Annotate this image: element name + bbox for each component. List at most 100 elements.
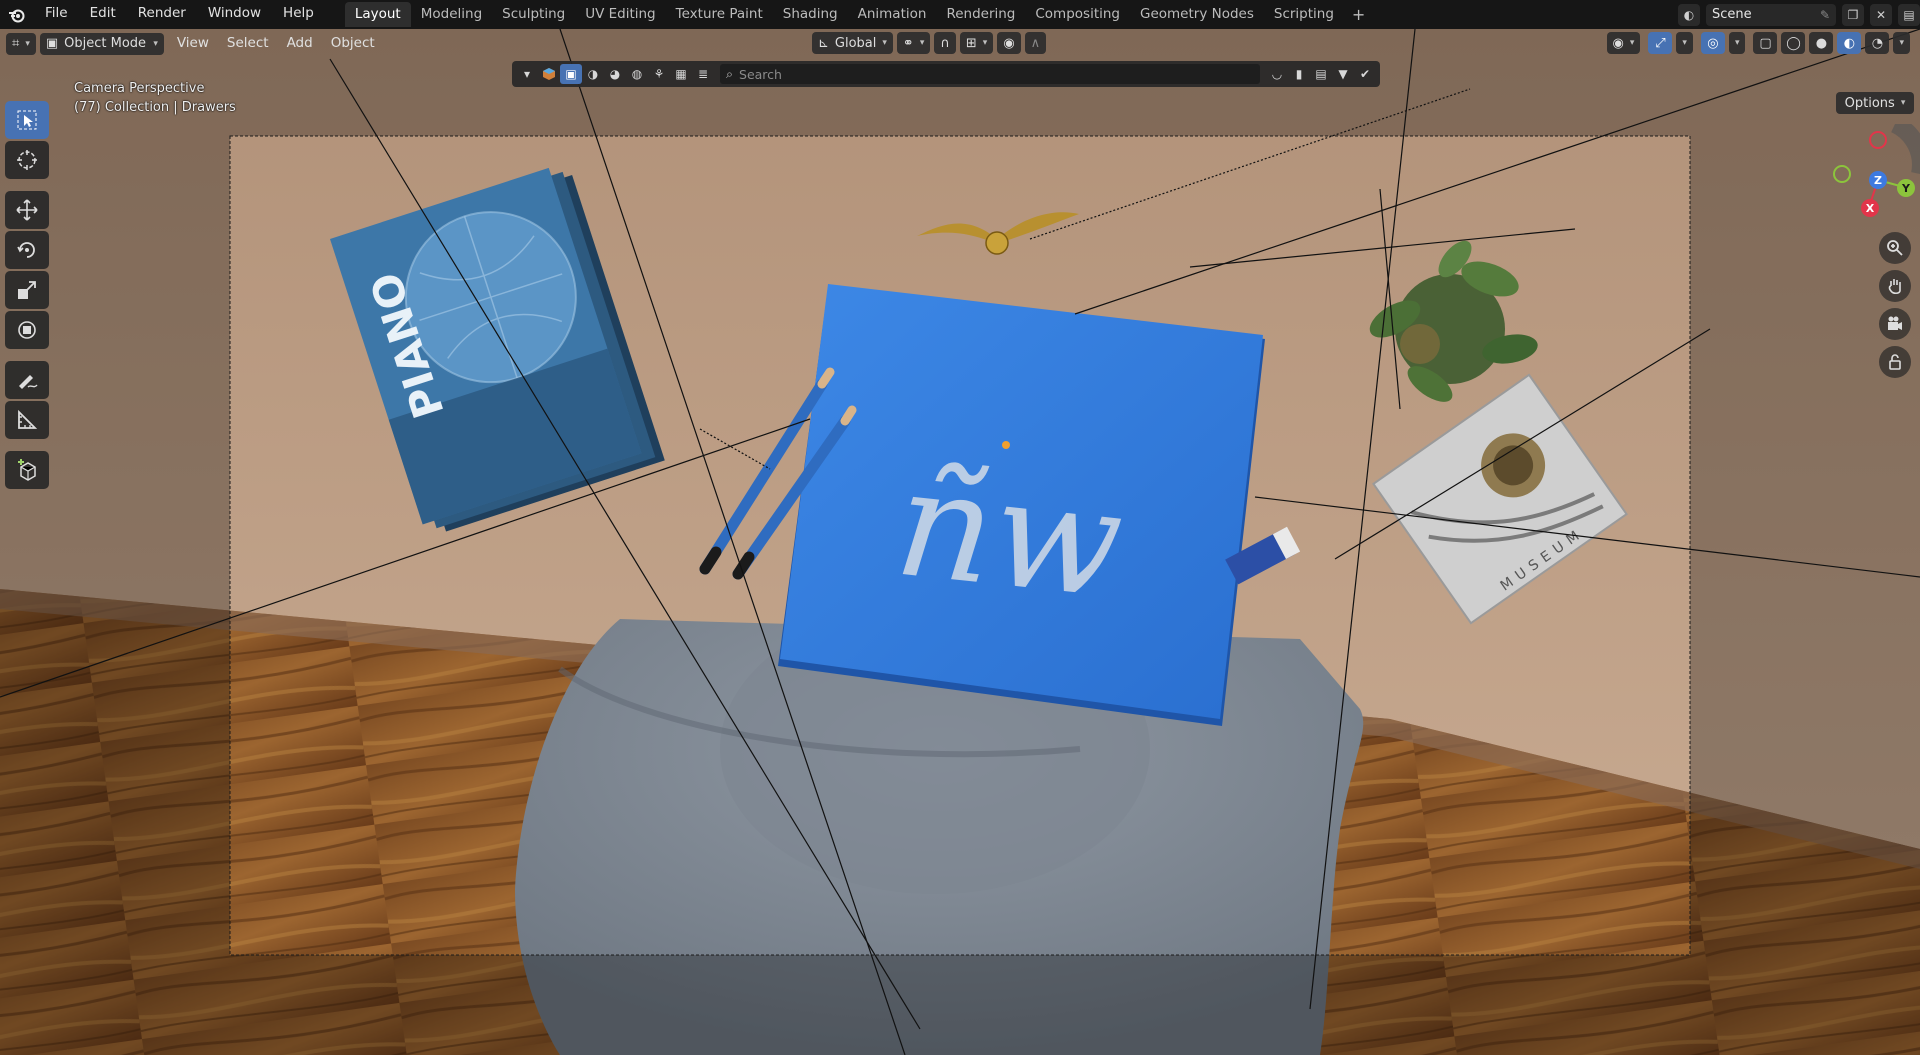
shield-check-icon[interactable]: ✔ <box>1354 64 1376 84</box>
tab-rendering[interactable]: Rendering <box>936 2 1025 27</box>
snap-toggle[interactable]: ∩ <box>934 32 956 54</box>
menu-object[interactable]: Object <box>322 29 384 58</box>
gizmo-toggle-icon[interactable]: ⤢ <box>1648 32 1673 54</box>
tab-shading[interactable]: Shading <box>773 2 848 27</box>
gizmo-dropdown[interactable]: ▾ <box>1676 32 1693 54</box>
annotate-tool-icon[interactable] <box>5 361 49 399</box>
xray-toggle-icon[interactable]: ▢ <box>1753 32 1778 54</box>
tab-scripting[interactable]: Scripting <box>1264 2 1344 27</box>
options-dropdown[interactable]: Options ▾ <box>1836 92 1914 114</box>
orientation-label: Global <box>834 35 877 51</box>
tab-layout[interactable]: Layout <box>344 2 411 27</box>
rendered-shading-icon[interactable]: ◔ <box>1865 32 1890 54</box>
wireframe-shading-icon[interactable]: ◯ <box>1781 32 1806 54</box>
new-scene-icon[interactable]: ❐ <box>1842 3 1864 26</box>
navigation-gizmo[interactable]: Z Y X <box>1810 124 1920 234</box>
select-mode-icon[interactable]: ▣ <box>560 64 582 84</box>
cursor-tool-icon[interactable] <box>5 141 49 179</box>
scene-type-icon[interactable]: ◐ <box>1678 3 1700 26</box>
solid-shading-icon[interactable]: ● <box>1809 32 1834 54</box>
view-layer-icon[interactable]: ▤ <box>1898 3 1920 26</box>
tab-texture-paint[interactable]: Texture Paint <box>666 2 773 27</box>
gizmo-x-label: X <box>1866 202 1875 215</box>
select-box-tool-icon[interactable] <box>5 101 49 139</box>
world-icon[interactable]: ◍ <box>626 64 648 84</box>
menu-help[interactable]: Help <box>272 0 325 29</box>
scene-name: Scene <box>1712 7 1752 22</box>
tablet-logo: ñw <box>888 436 1130 633</box>
shading-controls: ◉ ▾ ⤢ ▾ ◎ ▾ ▢ ◯ ● ◐ ◔ ▾ <box>1606 32 1914 54</box>
lock-icon[interactable] <box>1879 346 1911 378</box>
object-mode-icon: ▣ <box>45 36 59 51</box>
layers-icon[interactable]: ▦ <box>670 64 692 84</box>
orientation-icon: ⊾ <box>818 35 829 51</box>
search-field[interactable]: ⌕ Search <box>720 64 1260 84</box>
menu-edit[interactable]: Edit <box>79 0 127 29</box>
pivot-point-dropdown[interactable]: ⚭ ▾ <box>896 32 931 54</box>
tab-animation[interactable]: Animation <box>848 2 937 27</box>
solid-sphere-icon[interactable]: ◑ <box>582 64 604 84</box>
menu-view[interactable]: View <box>168 29 218 58</box>
tab-sculpting[interactable]: Sculpting <box>492 2 575 27</box>
snap-target-dropdown[interactable]: ⊞ ▾ <box>959 32 994 54</box>
pan-hand-icon[interactable] <box>1879 270 1911 302</box>
pin-icon[interactable]: ✎ <box>1820 8 1830 22</box>
search-icon: ⌕ <box>726 66 734 81</box>
toggle-icon[interactable]: ◡ <box>1266 64 1288 84</box>
tool-shelf <box>5 101 51 489</box>
transform-tool-icon[interactable] <box>5 311 49 349</box>
tab-geometry-nodes[interactable]: Geometry Nodes <box>1130 2 1264 27</box>
tab-compositing[interactable]: Compositing <box>1025 2 1130 27</box>
overlays-dropdown[interactable]: ▾ <box>1728 32 1746 54</box>
material-preview-icon[interactable]: ◐ <box>1837 32 1862 54</box>
falloff-dropdown[interactable]: ∧ <box>1024 32 1047 54</box>
viewport-collection-label: (77) Collection | Drawers <box>74 100 236 115</box>
mode-label: Object Mode <box>64 36 147 51</box>
delete-scene-icon[interactable]: ✕ <box>1870 3 1892 26</box>
blender-logo-icon[interactable] <box>0 0 34 29</box>
editor-type-icon: ⌗ <box>12 36 20 51</box>
sort-icon[interactable]: ≣ <box>692 64 714 84</box>
measure-tool-icon[interactable] <box>5 401 49 439</box>
material-icon[interactable]: ◕ <box>604 64 626 84</box>
transform-controls: ⊾ Global ▾ ⚭ ▾ ∩ ⊞ ▾ ◉ ∧ <box>812 32 1050 54</box>
rotate-tool-icon[interactable] <box>5 231 49 269</box>
bookmark-icon[interactable]: ▮ <box>1288 64 1310 84</box>
menu-select[interactable]: Select <box>218 29 278 58</box>
snap-increment-icon: ⊞ <box>965 35 977 51</box>
tab-uv-editing[interactable]: UV Editing <box>575 2 665 27</box>
move-tool-icon[interactable] <box>5 191 49 229</box>
3d-viewport[interactable]: PIANO ñw MUSEUM Camera Perspective (77) … <box>0 29 1920 1055</box>
filter-icon[interactable]: ▼ <box>1332 64 1354 84</box>
add-workspace-button[interactable]: + <box>1344 2 1373 27</box>
visibility-dropdown[interactable]: ◉ ▾ <box>1606 32 1641 54</box>
viewport-header: ⌗ ▾ ▣ Object Mode ▾ View Select Add Objec… <box>0 29 1920 58</box>
shading-dropdown[interactable]: ▾ <box>1893 32 1910 54</box>
zoom-icon[interactable] <box>1879 232 1911 264</box>
falloff-icon: ∧ <box>1030 35 1041 51</box>
tab-modeling[interactable]: Modeling <box>411 2 492 27</box>
scale-tool-icon[interactable] <box>5 271 49 309</box>
viewport-nav-tools <box>1879 232 1911 378</box>
menu-file[interactable]: File <box>34 0 79 29</box>
add-cube-tool-icon[interactable] <box>5 451 49 489</box>
scene-controls: ◐ Scene ✎ ❐ ✕ ▤ <box>1678 0 1920 29</box>
proportional-icon: ◉ <box>1003 35 1015 51</box>
display-mode-icon[interactable]: ▤ <box>1310 64 1332 84</box>
scene-icon[interactable]: ⚘ <box>648 64 670 84</box>
proportional-edit-toggle[interactable]: ◉ <box>997 32 1021 54</box>
editor-type-button[interactable]: ⌗ ▾ <box>6 32 36 55</box>
mode-dropdown[interactable]: ▣ Object Mode ▾ <box>39 32 164 55</box>
viewport-filter-bar: ▾ ▣ ◑ ◕ ◍ ⚘ ▦ ≣ ⌕ Search ◡ ▮ ▤ ▼ ✔ <box>512 61 1380 87</box>
chevron-down-icon[interactable]: ▾ <box>516 64 538 84</box>
scene-render: PIANO ñw MUSEUM <box>0 29 1920 1055</box>
overlays-toggle-icon[interactable]: ◎ <box>1700 32 1725 54</box>
camera-view-icon[interactable] <box>1879 308 1911 340</box>
menu-add[interactable]: Add <box>278 29 322 58</box>
transform-orientation-dropdown[interactable]: ⊾ Global ▾ <box>812 32 893 54</box>
menu-window[interactable]: Window <box>197 0 272 29</box>
menu-render[interactable]: Render <box>127 0 197 29</box>
scene-selector[interactable]: Scene ✎ <box>1706 3 1836 26</box>
top-menu-bar: File Edit Render Window Help Layout Mode… <box>0 0 1920 29</box>
object-types-icon[interactable] <box>538 64 560 84</box>
